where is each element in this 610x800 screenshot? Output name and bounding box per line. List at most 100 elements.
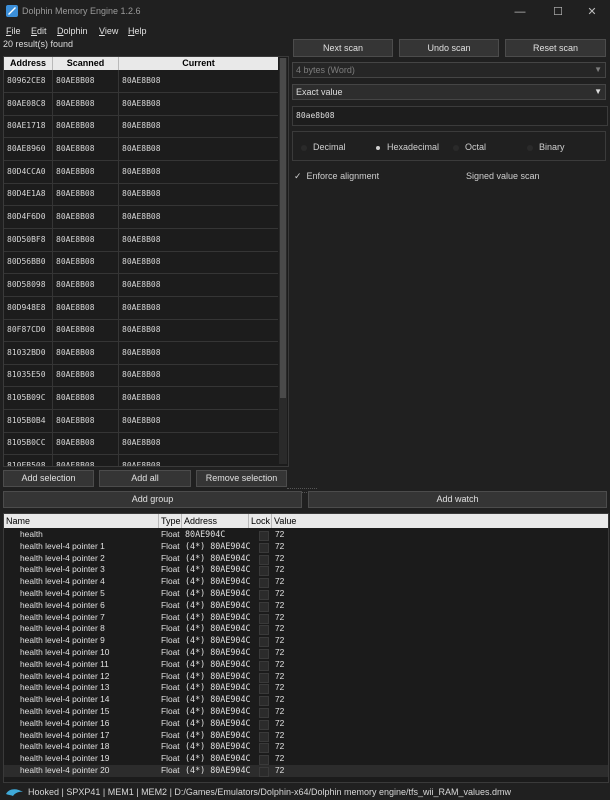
- lock-checkbox[interactable]: [259, 637, 269, 648]
- scan-filter-select[interactable]: Exact value ▼: [292, 84, 606, 100]
- result-row[interactable]: 8105B0CC 80AE8B08 80AE8B08: [4, 432, 278, 456]
- radio-binary[interactable]: Binary: [527, 142, 565, 152]
- remove-selection-button[interactable]: Remove selection: [196, 470, 287, 487]
- next-scan-button[interactable]: Next scan: [293, 39, 393, 57]
- lock-checkbox[interactable]: [259, 696, 269, 707]
- signed-scan-checkbox[interactable]: Signed value scan: [455, 171, 540, 181]
- lock-checkbox[interactable]: [259, 613, 269, 624]
- result-row[interactable]: 80D50BF8 80AE8B08 80AE8B08: [4, 228, 278, 252]
- watch-row[interactable]: health level-4 pointer 8 Float (4*) 80AE90…: [4, 623, 608, 636]
- watch-row[interactable]: health level-4 pointer 18 Float (4*) 80AE9…: [4, 741, 608, 754]
- lock-checkbox[interactable]: [259, 731, 269, 742]
- result-row[interactable]: 80962CE8 80AE8B08 80AE8B08: [4, 70, 278, 93]
- result-row[interactable]: 810EB508 80AE8B08 80AE8B08: [4, 455, 278, 466]
- radio-hexadecimal[interactable]: Hexadecimal: [375, 142, 439, 152]
- value-type-select[interactable]: 4 bytes (Word) ▼: [292, 62, 606, 78]
- watch-row[interactable]: health level-4 pointer 15 Float (4*) 80AE9…: [4, 706, 608, 718]
- watch-row[interactable]: health level-4 pointer 12 Float (4*) 80AE9…: [4, 671, 608, 683]
- result-row[interactable]: 80D4CCA0 80AE8B08 80AE8B08: [4, 160, 278, 184]
- watch-row[interactable]: health level-4 pointer 13 Float (4*) 80AE9…: [4, 682, 608, 695]
- watch-table[interactable]: Name Type Address Lock Value health Float…: [3, 513, 609, 783]
- add-all-button[interactable]: Add all: [99, 470, 191, 487]
- lock-checkbox[interactable]: [259, 719, 269, 730]
- scan-value-input[interactable]: 80ae8b08: [292, 106, 608, 126]
- result-row[interactable]: 80AE1718 80AE8B08 80AE8B08: [4, 115, 278, 139]
- result-row[interactable]: 81035E50 80AE8B08 80AE8B08: [4, 364, 278, 388]
- lock-checkbox[interactable]: [259, 660, 269, 671]
- radio-octal[interactable]: Octal: [453, 142, 486, 152]
- column-name[interactable]: Name: [4, 514, 159, 528]
- result-row[interactable]: 80D4E1A8 80AE8B08 80AE8B08: [4, 183, 278, 207]
- result-row[interactable]: 81032BD0 80AE8B08 80AE8B08: [4, 341, 278, 365]
- enforce-alignment-checkbox[interactable]: ✓ Enforce alignment: [294, 171, 379, 182]
- column-type[interactable]: Type: [159, 514, 182, 528]
- watch-row[interactable]: health level-4 pointer 7 Float (4*) 80AE90…: [4, 612, 608, 624]
- watch-address: (4*) 80AE904C: [185, 623, 251, 634]
- watch-row[interactable]: health level-4 pointer 6 Float (4*) 80AE90…: [4, 600, 608, 612]
- results-table[interactable]: Address Scanned Current 80962CE8 80AE8B08…: [3, 56, 289, 467]
- lock-checkbox[interactable]: [259, 649, 269, 659]
- menu-help[interactable]: Help: [128, 26, 147, 36]
- menu-view[interactable]: View: [99, 26, 118, 36]
- menu-file[interactable]: File: [6, 26, 21, 36]
- result-row[interactable]: 8105B0B4 80AE8B08 80AE8B08: [4, 409, 278, 433]
- result-row[interactable]: 80D4F6D0 80AE8B08 80AE8B08: [4, 205, 278, 229]
- lock-checkbox[interactable]: [259, 625, 269, 636]
- results-scroll-thumb[interactable]: [280, 58, 286, 398]
- lock-checkbox[interactable]: [259, 767, 269, 777]
- minimize-icon[interactable]: —: [502, 0, 538, 24]
- menu-dolphin[interactable]: Dolphin: [57, 26, 88, 36]
- maximize-icon[interactable]: ☐: [540, 0, 576, 24]
- lock-checkbox[interactable]: [259, 755, 269, 766]
- lock-checkbox[interactable]: [259, 708, 269, 718]
- column-lock[interactable]: Lock: [249, 514, 272, 528]
- result-row[interactable]: 80AE08C8 80AE8B08 80AE8B08: [4, 92, 278, 116]
- watch-row[interactable]: health level-4 pointer 11 Float (4*) 80AE9…: [4, 659, 608, 671]
- results-scrollbar[interactable]: [279, 58, 287, 464]
- menu-edit[interactable]: Edit: [31, 26, 47, 36]
- add-watch-button[interactable]: Add watch: [308, 491, 607, 508]
- lock-checkbox[interactable]: [259, 554, 269, 565]
- column-scanned[interactable]: Scanned: [53, 57, 119, 70]
- lock-checkbox[interactable]: [259, 743, 269, 754]
- watch-type: Float: [161, 623, 180, 634]
- watch-row[interactable]: health level-4 pointer 14 Float (4*) 80AE9…: [4, 694, 608, 707]
- result-row[interactable]: 80D58098 80AE8B08 80AE8B08: [4, 273, 278, 297]
- column-address[interactable]: Address: [4, 57, 53, 70]
- close-icon[interactable]: ✕: [574, 0, 610, 24]
- watch-row[interactable]: health level-4 pointer 20 Float (4*) 80AE9…: [4, 765, 608, 777]
- lock-checkbox[interactable]: [259, 578, 269, 589]
- watch-row[interactable]: health level-4 pointer 16 Float (4*) 80AE9…: [4, 718, 608, 730]
- watch-row[interactable]: health level-4 pointer 5 Float (4*) 80AE90…: [4, 588, 608, 600]
- lock-checkbox[interactable]: [259, 531, 269, 541]
- result-row[interactable]: 80AE8960 80AE8B08 80AE8B08: [4, 137, 278, 161]
- watch-row[interactable]: health level-4 pointer 3 Float (4*) 80AE90…: [4, 564, 608, 577]
- watch-row[interactable]: health level-4 pointer 2 Float (4*) 80AE90…: [4, 553, 608, 565]
- column-watch-address[interactable]: Address: [182, 514, 249, 528]
- add-group-button[interactable]: Add group: [3, 491, 302, 508]
- lock-checkbox[interactable]: [259, 684, 269, 695]
- lock-checkbox[interactable]: [259, 601, 269, 612]
- watch-type: Float: [161, 611, 180, 622]
- undo-scan-button[interactable]: Undo scan: [399, 39, 499, 57]
- watch-row[interactable]: health level-4 pointer 9 Float (4*) 80AE90…: [4, 635, 608, 648]
- watch-row[interactable]: health level-4 pointer 1 Float (4*) 80AE90…: [4, 541, 608, 553]
- lock-checkbox[interactable]: [259, 566, 269, 577]
- result-row[interactable]: 80F87CD0 80AE8B08 80AE8B08: [4, 319, 278, 343]
- watch-row[interactable]: health Float 80AE904C 72: [4, 529, 608, 541]
- result-row[interactable]: 80D56BB0 80AE8B08 80AE8B08: [4, 251, 278, 275]
- lock-checkbox[interactable]: [259, 590, 269, 600]
- radio-decimal[interactable]: Decimal: [301, 142, 346, 152]
- lock-checkbox[interactable]: [259, 542, 269, 553]
- watch-row[interactable]: health level-4 pointer 17 Float (4*) 80AE9…: [4, 730, 608, 742]
- result-row[interactable]: 80D948E8 80AE8B08 80AE8B08: [4, 296, 278, 320]
- lock-checkbox[interactable]: [259, 672, 269, 683]
- result-row[interactable]: 8105B09C 80AE8B08 80AE8B08: [4, 387, 278, 411]
- column-current[interactable]: Current: [119, 57, 278, 70]
- reset-scan-button[interactable]: Reset scan: [505, 39, 606, 57]
- watch-row[interactable]: health level-4 pointer 10 Float (4*) 80AE9…: [4, 647, 608, 659]
- add-selection-button[interactable]: Add selection: [3, 470, 94, 487]
- column-value[interactable]: Value: [272, 514, 608, 528]
- watch-row[interactable]: health level-4 pointer 19 Float (4*) 80AE9…: [4, 753, 608, 766]
- watch-row[interactable]: health level-4 pointer 4 Float (4*) 80AE90…: [4, 576, 608, 589]
